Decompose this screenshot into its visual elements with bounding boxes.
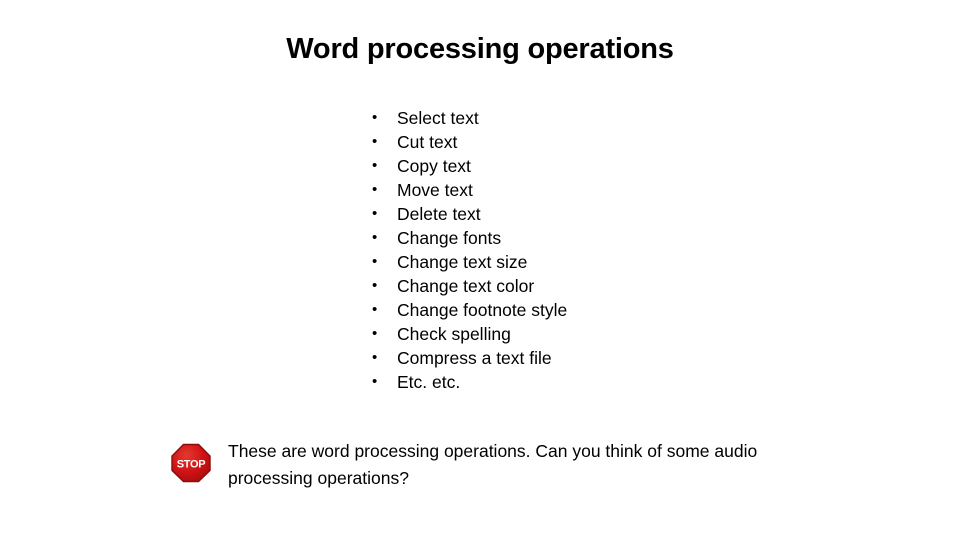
list-item: • Change footnote style: [372, 298, 567, 322]
bullet-dot-icon: •: [372, 109, 378, 126]
list-item: • Change text size: [372, 250, 567, 274]
list-item-label: Move text: [397, 180, 473, 200]
operations-list: • Select text • Cut text • Copy text • M…: [372, 106, 567, 394]
list-item: • Check spelling: [372, 322, 567, 346]
bullet-dot-icon: •: [372, 253, 378, 270]
bullet-dot-icon: •: [372, 349, 378, 366]
bullet-dot-icon: •: [372, 373, 378, 390]
list-item-label: Delete text: [397, 204, 481, 224]
stop-sign-icon: STOP: [170, 443, 212, 483]
list-item-label: Change footnote style: [397, 300, 568, 320]
list-item: • Change fonts: [372, 226, 567, 250]
slide-canvas: Word processing operations • Select text…: [0, 0, 960, 540]
bullet-dot-icon: •: [372, 325, 378, 342]
bullet-dot-icon: •: [372, 181, 378, 198]
list-item-label: Change fonts: [397, 228, 502, 248]
bullet-dot-icon: •: [372, 157, 378, 174]
bullet-dot-icon: •: [372, 229, 378, 246]
list-item-label: Check spelling: [397, 324, 511, 344]
bullet-dot-icon: •: [372, 301, 378, 318]
list-item: • Etc. etc.: [372, 370, 567, 394]
list-item: • Cut text: [372, 130, 567, 154]
list-item: • Change text color: [372, 274, 567, 298]
list-item: • Move text: [372, 178, 567, 202]
list-item-label: Change text color: [397, 276, 535, 296]
note-text: These are word processing operations. Ca…: [228, 441, 758, 488]
list-item: • Select text: [372, 106, 567, 130]
svg-text:STOP: STOP: [177, 459, 206, 471]
list-item-label: Change text size: [397, 252, 528, 272]
list-item-label: Select text: [397, 108, 479, 128]
list-item-label: Compress a text file: [397, 348, 552, 368]
list-item-label: Copy text: [397, 156, 471, 176]
bullet-dot-icon: •: [372, 277, 378, 294]
page-title: Word processing operations: [286, 33, 674, 65]
list-item: • Copy text: [372, 154, 567, 178]
list-item-label: Cut text: [397, 132, 458, 152]
list-item-label: Etc. etc.: [397, 372, 461, 392]
bullet-dot-icon: •: [372, 205, 378, 222]
list-item: • Compress a text file: [372, 346, 567, 370]
bullet-dot-icon: •: [372, 133, 378, 150]
list-item: • Delete text: [372, 202, 567, 226]
